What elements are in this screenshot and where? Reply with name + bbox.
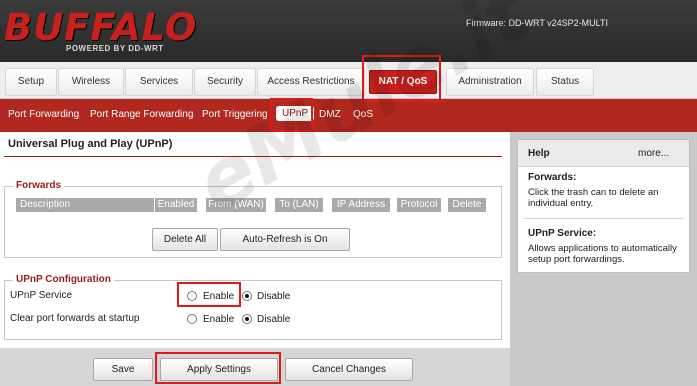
help-upnp-text: Allows applications to automatically set… <box>528 243 677 265</box>
tab-services[interactable]: Services <box>125 68 193 96</box>
help-upnp-heading: UPnP Service: <box>528 228 597 239</box>
tab-wireless[interactable]: Wireless <box>58 68 124 96</box>
tab-setup[interactable]: Setup <box>5 68 57 96</box>
help-header: Help more... <box>518 140 689 167</box>
highlight-apply <box>155 352 281 384</box>
col-protocol: Protocol <box>397 198 441 212</box>
upnp-config-fieldset <box>4 280 502 340</box>
subtab-port-triggering[interactable]: Port Triggering <box>202 109 268 120</box>
main-nav: Setup Wireless Services Security Access … <box>0 62 697 99</box>
upnp-config-legend: UPnP Configuration <box>13 274 114 285</box>
buffalo-logo: BUFFALO <box>4 6 198 49</box>
col-delete: Delete <box>448 198 486 212</box>
highlight-upnp <box>270 98 313 132</box>
save-button[interactable]: Save <box>93 358 153 381</box>
highlight-nat-qos <box>362 55 441 102</box>
auto-refresh-button[interactable]: Auto-Refresh is On <box>220 228 350 251</box>
subtab-qos[interactable]: QoS <box>353 109 373 120</box>
col-to-lan: To (LAN) <box>275 198 323 212</box>
forwards-legend: Forwards <box>13 180 65 191</box>
help-divider <box>524 218 683 219</box>
help-box: Help more... Forwards: Click the trash c… <box>517 139 690 273</box>
subtab-port-forwarding[interactable]: Port Forwarding <box>8 109 79 120</box>
firmware-version: Firmware: DD-WRT v24SP2-MULTI <box>466 18 609 28</box>
clear-forwards-disable-radio[interactable] <box>242 314 252 324</box>
title-divider <box>4 156 502 157</box>
help-title: Help <box>528 148 550 159</box>
col-enabled: Enabled <box>155 198 197 212</box>
col-description: Description <box>16 198 154 212</box>
tab-status[interactable]: Status <box>536 68 594 96</box>
help-forwards-heading: Forwards: <box>528 172 577 183</box>
sub-nav: Port Forwarding Port Range Forwarding Po… <box>0 99 697 132</box>
tab-administration[interactable]: Administration <box>446 68 534 96</box>
subtab-dmz[interactable]: DMZ <box>319 109 341 120</box>
clear-forwards-enable-radio[interactable] <box>187 314 197 324</box>
delete-all-button[interactable]: Delete All <box>152 228 218 251</box>
clear-forwards-enable-label: Enable <box>203 314 235 325</box>
highlight-enable <box>177 282 241 307</box>
page-title: Universal Plug and Play (UPnP) <box>8 138 173 150</box>
col-from-wan: From (WAN) <box>206 198 266 212</box>
clear-forwards-label: Clear port forwards at startup <box>10 313 140 324</box>
help-more-link[interactable]: more... <box>638 148 669 159</box>
logo-subtitle: POWERED BY DD-WRT <box>66 44 164 53</box>
tab-access-restrictions[interactable]: Access Restrictions <box>257 68 365 96</box>
upnp-service-disable-label: Disable <box>257 291 291 302</box>
header-bar: BUFFALO POWERED BY DD-WRT Firmware: DD-W… <box>0 0 697 62</box>
help-forwards-text: Click the trash can to delete an individ… <box>528 187 659 209</box>
upnp-service-label: UPnP Service <box>10 290 73 301</box>
cancel-changes-button[interactable]: Cancel Changes <box>285 358 413 381</box>
col-ip-address: IP Address <box>332 198 390 212</box>
tab-security[interactable]: Security <box>194 68 256 96</box>
clear-forwards-disable-label: Disable <box>257 314 291 325</box>
upnp-service-disable-radio[interactable] <box>242 291 252 301</box>
subtab-port-range-forwarding[interactable]: Port Range Forwarding <box>90 109 193 120</box>
